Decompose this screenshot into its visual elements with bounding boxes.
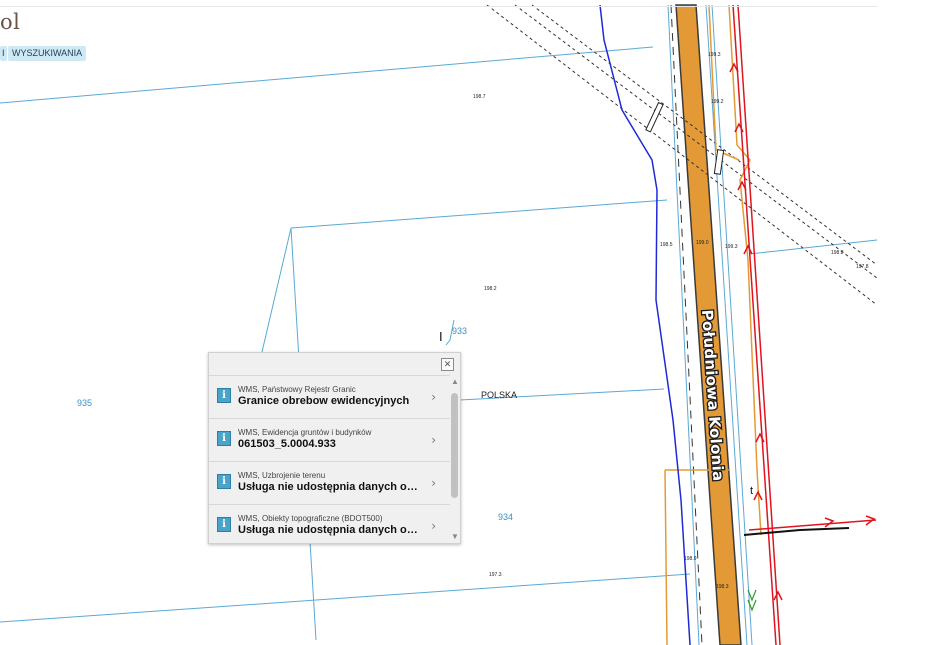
parcel-number-935: 935 bbox=[77, 398, 92, 408]
feature-source: WMS, Ewidencja gruntów i budynków bbox=[238, 428, 372, 437]
elevation-label: 198.5 bbox=[660, 242, 673, 248]
country-label: POLSKA bbox=[481, 390, 517, 400]
elevation-label: 198.8 bbox=[831, 250, 844, 256]
scrollbar-thumb[interactable] bbox=[451, 393, 458, 498]
elevation-label: 199.3 bbox=[725, 244, 738, 250]
map-pin-mark: t bbox=[750, 485, 753, 497]
scroll-down-icon[interactable]: ▼ bbox=[450, 532, 460, 542]
info-icon: i bbox=[217, 517, 231, 532]
feature-source: WMS, Obiekty topograficzne (BDOT500) bbox=[238, 514, 383, 523]
feature-title: Usługa nie udostępnia danych opi... bbox=[238, 481, 423, 493]
elevation-label: 198.2 bbox=[484, 286, 497, 292]
feature-title: 061503_5.0004.933 bbox=[238, 438, 336, 450]
popup-scrollbar[interactable]: ▲ ▼ bbox=[450, 375, 460, 542]
feature-item-prg[interactable]: i WMS, Państwowy Rejestr Granic Granice … bbox=[209, 375, 450, 418]
feature-item-utilities[interactable]: i WMS, Uzbrojenie terenu Usługa nie udos… bbox=[209, 461, 450, 504]
red-utility-lines bbox=[732, 4, 877, 645]
parcel-number-934: 934 bbox=[498, 512, 513, 522]
elevation-label: 199.0 bbox=[696, 240, 709, 246]
map-canvas[interactable]: 935 934 933 POLSKA 198.7 199.3 199.2 199… bbox=[0, 0, 950, 645]
chevron-right-icon[interactable]: › bbox=[431, 390, 436, 404]
chevron-right-icon[interactable]: › bbox=[431, 476, 436, 490]
cursor-mark: I bbox=[439, 329, 443, 344]
feature-title: Usługa nie udostępnia danych opi... bbox=[238, 524, 423, 536]
feature-source: WMS, Uzbrojenie terenu bbox=[238, 471, 326, 480]
close-icon[interactable]: ✕ bbox=[441, 358, 454, 371]
elevation-label: 198.9 bbox=[684, 556, 697, 562]
feature-title: Granice obrebow ewidencyjnych bbox=[238, 395, 410, 407]
chevron-right-icon[interactable]: › bbox=[431, 519, 436, 533]
search-button[interactable]: WYSZUKIWANIA bbox=[8, 46, 87, 61]
info-icon: i bbox=[217, 388, 231, 403]
info-icon: i bbox=[217, 474, 231, 489]
info-icon: i bbox=[217, 431, 231, 446]
chevron-right-icon[interactable]: › bbox=[431, 433, 436, 447]
elevation-label: 198.7 bbox=[473, 94, 486, 100]
feature-source: WMS, Państwowy Rejestr Granic bbox=[238, 385, 356, 394]
search-prefix-chip[interactable]: I bbox=[0, 46, 7, 61]
feature-info-popup: ✕ i WMS, Państwowy Rejestr Granic Granic… bbox=[208, 352, 461, 544]
elevation-label: 199.3 bbox=[708, 52, 721, 58]
elevation-labels: 198.7 199.3 199.2 199.0 198.5 199.3 198.… bbox=[473, 52, 869, 590]
blue-utility-line bbox=[599, 4, 691, 645]
feature-list: i WMS, Państwowy Rejestr Granic Granice … bbox=[209, 375, 450, 542]
elevation-label: 198.3 bbox=[716, 584, 729, 590]
scroll-up-icon[interactable]: ▲ bbox=[450, 377, 460, 387]
elevation-label: 199.2 bbox=[711, 99, 724, 105]
feature-item-egib[interactable]: i WMS, Ewidencja gruntów i budynków 0615… bbox=[209, 418, 450, 461]
feature-item-bdot500[interactable]: i WMS, Obiekty topograficzne (BDOT500) U… bbox=[209, 504, 450, 542]
elevation-label: 197.3 bbox=[489, 572, 502, 578]
parcel-number-933: 933 bbox=[452, 326, 467, 336]
site-title: ol bbox=[0, 10, 21, 34]
top-bar-divider bbox=[0, 0, 877, 7]
elevation-label: 197.8 bbox=[856, 264, 869, 270]
